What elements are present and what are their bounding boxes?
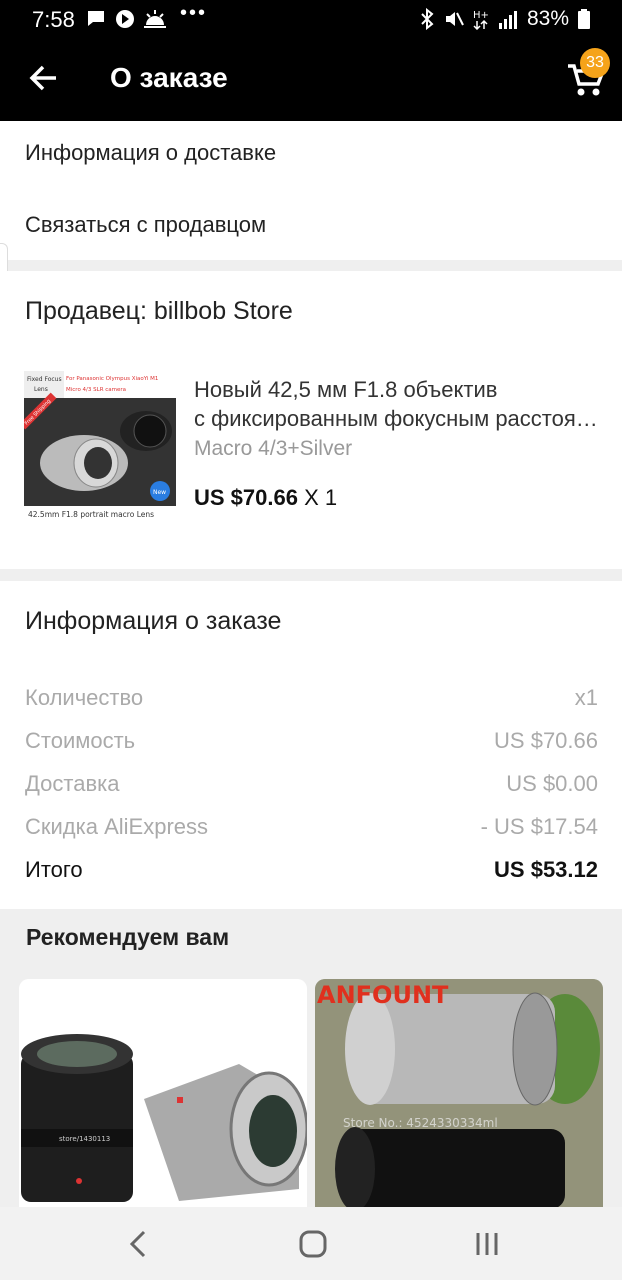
product-price-row: US $70.66 X 1 (194, 485, 337, 511)
product-quantity: X 1 (304, 485, 338, 510)
app-bar: О заказе 33 (0, 38, 622, 121)
nav-recents-icon[interactable] (470, 1227, 504, 1261)
order-row-value: US $0.00 (506, 771, 598, 796)
order-row-value: - US $17.54 (480, 814, 598, 839)
seller-title[interactable]: Продавец: billbob Store (25, 297, 293, 326)
system-nav-bar (0, 1207, 622, 1280)
thumb-line2: Micro 4/3 SLR camera (66, 387, 126, 393)
recommend-card-1[interactable]: store/1430113 (19, 979, 307, 1219)
thumb-tag2: Lens (34, 386, 48, 393)
order-total-label: Итого (25, 857, 83, 882)
order-row-label: Стоимость (25, 728, 136, 753)
nav-home-icon[interactable] (296, 1227, 330, 1261)
youtube-icon (116, 10, 134, 28)
signal-icon (498, 11, 517, 29)
order-row-value: US $70.66 (494, 728, 598, 753)
product-name-line2: с фиксированным фокусным расстоянием (194, 406, 604, 431)
recommend-image-1: store/1430113 (19, 979, 307, 1219)
status-time: 7:58 (32, 7, 75, 32)
recommend-title: Рекомендуем вам (26, 924, 230, 950)
svg-text:H+: H+ (473, 10, 489, 21)
product-thumbnail[interactable]: Fixed Focus Lens For Panasonic Olympus X… (24, 371, 176, 523)
back-arrow-icon[interactable] (26, 60, 62, 96)
contact-seller-link[interactable]: Связаться с продавцом (25, 212, 266, 238)
card2-brand: ANFOUNT (317, 981, 449, 1009)
order-row-discount: Скидка AliExpress - US $17.54 (25, 814, 598, 840)
order-row-shipping: Доставка US $0.00 (25, 771, 598, 797)
page-title: О заказе (110, 62, 228, 93)
order-info-title: Информация о заказе (25, 607, 282, 635)
order-row-value: x1 (574, 685, 598, 710)
order-row-total: Итого US $53.12 (25, 857, 598, 883)
product-price: US $70.66 (194, 485, 298, 510)
mute-icon (445, 12, 464, 26)
card2-watermark: Store No.: 4524330334ml (343, 1116, 498, 1130)
thumb-new-badge: New (153, 489, 166, 496)
order-row-quantity: Количество x1 (25, 685, 598, 711)
cart-count-badge: 33 (580, 48, 610, 78)
order-info-section: Информация о заказе Количество x1 Стоимо… (0, 581, 622, 909)
order-row-label: Скидка AliExpress (25, 814, 209, 839)
order-row-label: Количество (25, 685, 144, 710)
delivery-info-link[interactable]: Информация о доставке (25, 140, 276, 166)
nav-back-icon[interactable] (122, 1227, 156, 1261)
network-hplus-icon: H+ (473, 10, 489, 30)
product-name[interactable]: Новый 42,5 мм F1.8 объектив с фиксирован… (194, 375, 604, 433)
message-icon (88, 11, 104, 26)
seller-section: Продавец: billbob Store Fixed Focus Lens… (0, 271, 622, 569)
thumb-line1: For Panasonic Olympus XiaoYi M1 (66, 376, 158, 382)
battery-icon (578, 9, 590, 29)
more-dots-icon: ••• (180, 2, 208, 24)
thumb-tag1: Fixed Focus (27, 376, 62, 383)
order-row-label: Доставка (25, 771, 120, 796)
recommend-card-2[interactable]: ANFOUNT Store No.: 4524330334ml (315, 979, 603, 1219)
order-row-cost: Стоимость US $70.66 (25, 728, 598, 754)
order-links-section: Информация о доставке Связаться с продав… (0, 121, 622, 260)
product-name-line1: Новый 42,5 мм F1.8 объектив (194, 377, 498, 402)
bluetooth-icon (421, 8, 434, 30)
weather-icon (144, 10, 166, 28)
thumb-caption: 42.5mm F1.8 portrait macro Lens (28, 510, 154, 519)
product-variant: Macro 4/3+Silver (194, 437, 353, 460)
status-bar: 7:58 ••• H+ 83% (0, 0, 622, 38)
battery-percent: 83% (526, 7, 569, 30)
order-total-value: US $53.12 (494, 857, 598, 882)
card1-lens-text: store/1430113 (59, 1135, 110, 1143)
recommend-image-2: ANFOUNT Store No.: 4524330334ml (315, 979, 603, 1219)
status-right: H+ 83% (419, 7, 590, 31)
